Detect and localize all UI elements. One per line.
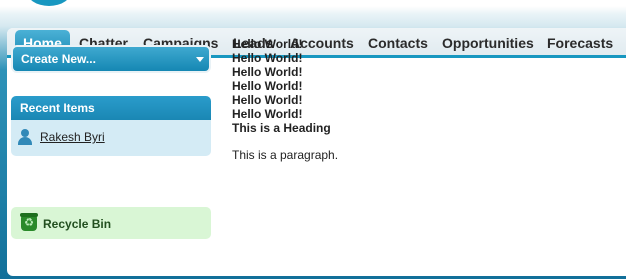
recycle-bin[interactable]: ♻ Recycle Bin xyxy=(11,207,211,239)
hello-line: Hello World! xyxy=(232,79,303,93)
salesforce-logo-icon xyxy=(26,0,72,6)
hello-line: Hello World! xyxy=(232,93,303,107)
hello-line: Hello World! xyxy=(232,65,303,79)
page-heading: This is a Heading xyxy=(232,121,331,135)
hello-line: Hello World! xyxy=(232,107,303,121)
recent-items-list: Rakesh Byri xyxy=(11,120,211,156)
recycle-bin-icon: ♻ xyxy=(20,213,38,231)
create-new-label: Create New... xyxy=(21,52,96,66)
logo xyxy=(0,0,90,12)
recycle-bin-label[interactable]: Recycle Bin xyxy=(43,217,111,231)
paragraph: This is a paragraph. xyxy=(232,148,339,162)
recent-items-header: Recent Items xyxy=(11,96,211,120)
hello-line: Hello World! xyxy=(232,37,303,51)
recent-item-link[interactable]: Rakesh Byri xyxy=(40,130,105,144)
hello-line: Hello World! xyxy=(232,51,303,65)
person-icon xyxy=(18,129,32,145)
main-content: Hello World! Hello World! Hello World! H… xyxy=(232,37,612,162)
create-new-button[interactable]: Create New... xyxy=(11,45,211,73)
chevron-down-icon[interactable] xyxy=(196,57,204,62)
